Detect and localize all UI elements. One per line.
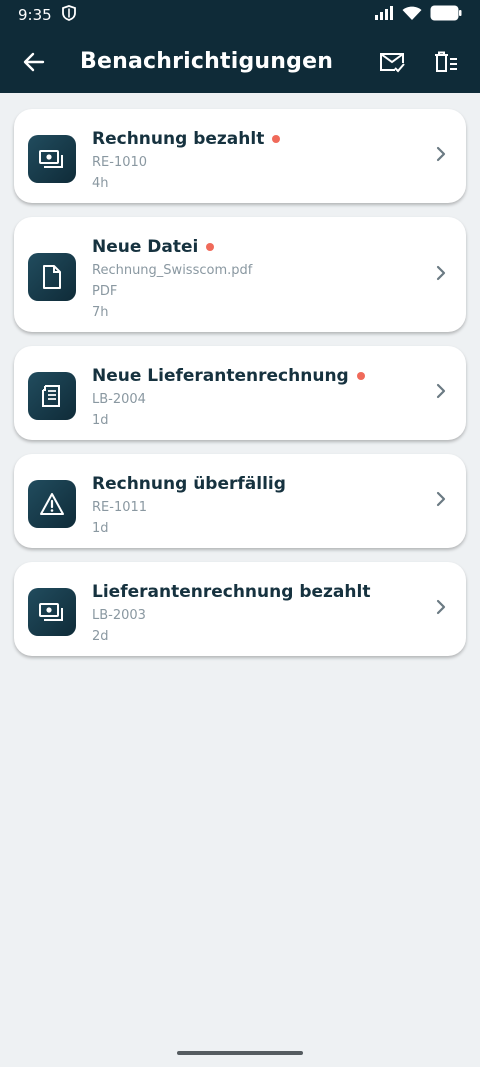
unread-dot — [356, 372, 365, 380]
top-bar: 9:35 Benachrichtigungen — [0, 0, 480, 93]
arrow-left-icon — [23, 52, 45, 71]
chevron-right-icon — [436, 383, 446, 403]
notification-time: 7h — [92, 305, 109, 320]
unread-dot — [272, 135, 281, 143]
delete-all-icon — [435, 51, 457, 72]
chevron-right-icon — [436, 146, 446, 166]
wifi-icon — [402, 6, 422, 25]
file-icon — [28, 253, 76, 301]
receipt-icon — [28, 372, 76, 420]
signal-icon — [374, 6, 394, 24]
payment-icon — [28, 135, 76, 183]
notification-time: 1d — [92, 521, 109, 536]
battery-icon — [430, 5, 462, 25]
status-time: 9:35 — [18, 6, 52, 24]
unread-dot — [206, 243, 215, 251]
chevron-right-icon — [436, 599, 446, 619]
notification-title: Neue Lieferantenrechnung — [92, 366, 349, 386]
payment-icon — [28, 588, 76, 636]
notification-card-rechnung-ueberfaellig[interactable]: Rechnung überfällig RE-1011 1d — [14, 454, 466, 548]
notification-title: Rechnung überfällig — [92, 474, 286, 494]
notification-card-neue-lieferantenrechnung[interactable]: Neue Lieferantenrechnung LB-2004 1d — [14, 346, 466, 440]
notification-title: Lieferantenrechnung bezahlt — [92, 582, 371, 602]
notification-card-rechnung-bezahlt[interactable]: Rechnung bezahlt RE-1010 4h — [14, 109, 466, 203]
notification-card-lieferantenrechnung-bezahlt[interactable]: Lieferantenrechnung bezahlt LB-2003 2d — [14, 562, 466, 656]
chevron-right-icon — [436, 265, 446, 285]
back-button[interactable] — [18, 46, 50, 78]
notification-time: 4h — [92, 176, 109, 191]
app-bar: Benachrichtigungen — [0, 30, 480, 93]
status-bar: 9:35 — [0, 0, 480, 30]
delete-all-button[interactable] — [430, 46, 462, 78]
mark-all-read-button[interactable] — [376, 46, 408, 78]
notification-time: 1d — [92, 413, 109, 428]
shield-icon — [61, 5, 76, 25]
home-indicator[interactable] — [177, 1051, 303, 1055]
notification-time: 2d — [92, 629, 109, 644]
chevron-right-icon — [436, 491, 446, 511]
notification-filename: Rechnung_Swisscom.pdf — [92, 263, 253, 278]
notification-reference: RE-1010 — [92, 155, 148, 170]
notification-reference: LB-2004 — [92, 392, 146, 407]
page-title: Benachrichtigungen — [80, 49, 334, 74]
notification-title: Neue Datei — [92, 237, 199, 257]
mail-check-icon — [380, 52, 405, 72]
notification-reference: RE-1011 — [92, 500, 148, 515]
notification-reference: LB-2003 — [92, 608, 146, 623]
notification-card-neue-datei[interactable]: Neue Datei Rechnung_Swisscom.pdf PDF 7h — [14, 217, 466, 332]
notification-title: Rechnung bezahlt — [92, 129, 265, 149]
notification-list: Rechnung bezahlt RE-1010 4h Neue Datei R… — [0, 93, 480, 656]
notification-filetype: PDF — [92, 284, 118, 299]
warning-icon — [28, 480, 76, 528]
